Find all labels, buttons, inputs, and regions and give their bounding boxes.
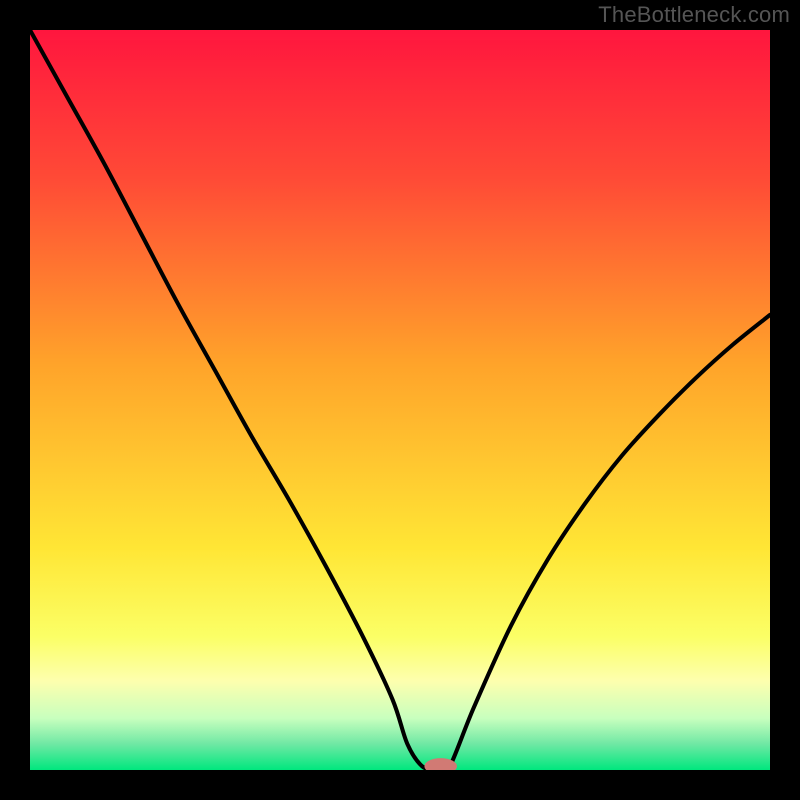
bottleneck-chart [30,30,770,770]
chart-frame: TheBottleneck.com [0,0,800,800]
watermark-text: TheBottleneck.com [598,2,790,28]
gradient-rect [30,30,770,770]
